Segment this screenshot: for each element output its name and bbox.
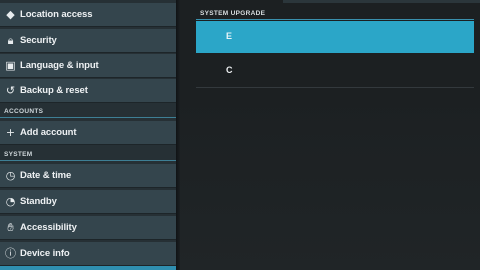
section-divider — [0, 117, 176, 118]
system-upgrade-header: SYSTEM UPGRADE — [200, 10, 266, 17]
option-label: C — [226, 65, 233, 75]
sidebar-item-location-access[interactable]: ◆ Location access — [0, 3, 176, 27]
hand-icon: ✋︎ — [7, 221, 14, 234]
top-edge-strip — [283, 0, 480, 3]
location-icon: ◆ — [6, 8, 15, 21]
sidebar-item-label: Device info — [20, 248, 70, 259]
active-item-indicator — [0, 266, 176, 270]
sidebar-item-label: Security — [20, 35, 57, 46]
lock-icon: 🔒︎ — [7, 34, 14, 47]
sidebar-item-date-time[interactable]: ◷ Date & time — [0, 164, 176, 188]
standby-icon: ◔ — [5, 195, 16, 208]
sidebar-item-security[interactable]: 🔒︎ Security — [0, 29, 176, 53]
section-divider — [0, 160, 176, 161]
restore-icon: ↺ — [5, 84, 16, 97]
sidebar-item-backup-reset[interactable]: ↺ Backup & reset — [0, 79, 176, 103]
empty-area — [180, 88, 480, 270]
sidebar-item-label: Location access — [20, 9, 93, 20]
sidebar-item-add-account[interactable]: + Add account — [0, 121, 176, 145]
plus-icon: + — [5, 126, 16, 139]
keyboard-icon: ▣ — [5, 59, 16, 72]
sidebar-item-label: Add account — [20, 127, 77, 138]
upgrade-option-e[interactable]: E — [196, 21, 474, 53]
header-underline — [196, 19, 474, 20]
upgrade-option-c[interactable]: C — [196, 55, 474, 87]
sidebar-item-label: Accessibility — [20, 222, 77, 233]
sidebar-item-standby[interactable]: ◔ Standby — [0, 190, 176, 214]
sidebar-item-language-input[interactable]: ▣ Language & input — [0, 54, 176, 78]
settings-sidebar: ◆ Location access 🔒︎ Security ▣ Language… — [0, 0, 176, 270]
system-section-header: SYSTEM — [4, 151, 33, 158]
clock-icon: ◷ — [5, 169, 16, 182]
sidebar-item-label: Standby — [20, 196, 57, 207]
option-label: E — [226, 31, 233, 41]
sidebar-item-label: Date & time — [20, 170, 72, 181]
sidebar-item-label: Language & input — [20, 60, 99, 71]
sidebar-item-label: Backup & reset — [20, 85, 88, 96]
info-icon: ⓘ — [5, 247, 16, 260]
row-divider — [196, 87, 474, 88]
sidebar-item-accessibility[interactable]: ✋︎ Accessibility — [0, 216, 176, 240]
accounts-section-header: ACCOUNTS — [4, 108, 44, 115]
sidebar-item-device-info[interactable]: ⓘ Device info — [0, 242, 176, 266]
